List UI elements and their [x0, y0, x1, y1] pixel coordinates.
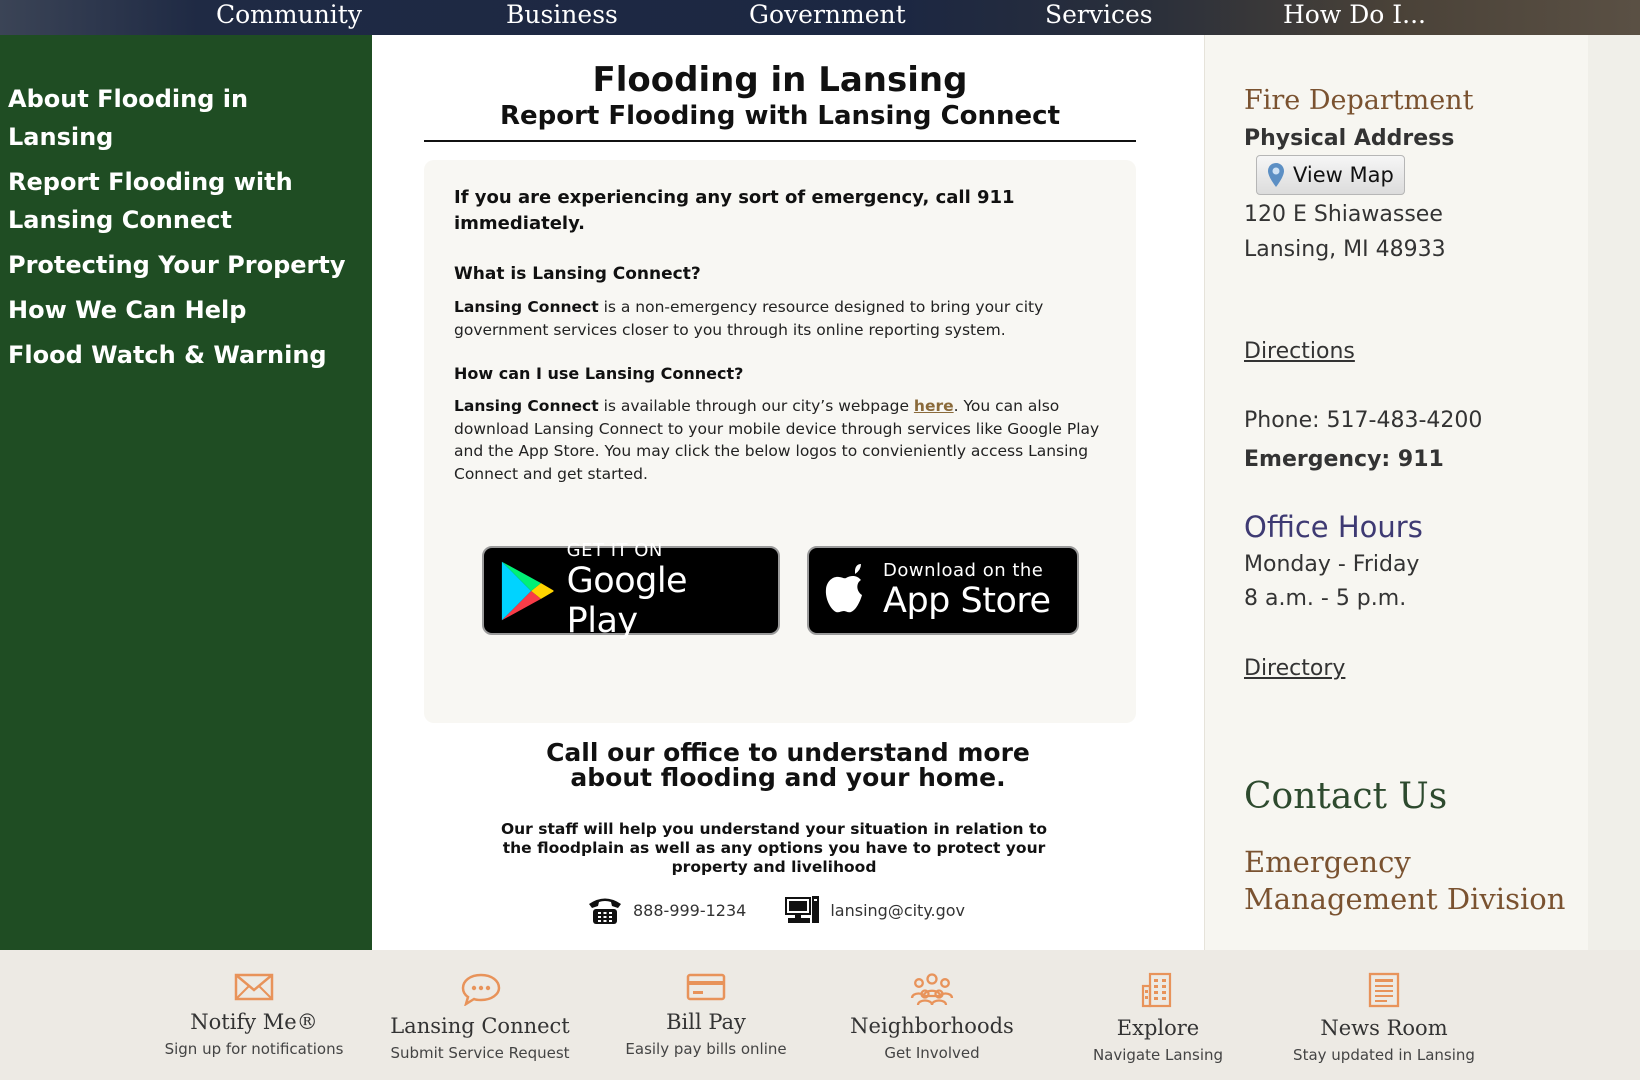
- directions-link[interactable]: Directions: [1244, 339, 1355, 364]
- question-what-is: What is Lansing Connect?: [454, 264, 701, 284]
- people-group-icon: [910, 973, 954, 1006]
- sidebar-item-about-flooding[interactable]: About Flooding in Lansing: [0, 80, 355, 156]
- contact-us-title: Contact Us: [1244, 776, 1448, 817]
- sidebar-item-how-we-can-help[interactable]: How We Can Help: [0, 291, 355, 329]
- contact-email[interactable]: lansing@city.gov: [830, 901, 965, 920]
- app-store-big-text: App Store: [883, 580, 1051, 621]
- physical-address-label: Physical Address: [1244, 126, 1455, 151]
- footer-tile-notify-me[interactable]: Notify Me® Sign up for notifications: [141, 972, 367, 1058]
- google-play-icon: [501, 561, 554, 620]
- sidebar-item-report-flooding[interactable]: Report Flooding with Lansing Connect: [0, 163, 355, 239]
- top-navigation: Community Business Government Services H…: [0, 0, 1640, 35]
- answer-how-use-text-1: is available through our city’s webpage: [598, 397, 914, 415]
- sidebar-item-protecting-property[interactable]: Protecting Your Property: [0, 246, 355, 284]
- lansing-connect-info-box: If you are experiencing any sort of emer…: [424, 160, 1136, 723]
- sidebar-item-flood-watch[interactable]: Flood Watch & Warning: [0, 336, 355, 374]
- footer-tile-title: Lansing Connect: [390, 1014, 570, 1038]
- answer-what-is: Lansing Connect is a non-emergency resou…: [454, 296, 1114, 341]
- footer-tile-subtitle: Get Involved: [884, 1044, 980, 1062]
- nav-government[interactable]: Government: [749, 0, 906, 35]
- emergency-notice: If you are experiencing any sort of emer…: [454, 187, 1015, 234]
- call-heading-line-2: about flooding and your home.: [570, 763, 1006, 792]
- office-hours-time: 8 a.m. - 5 p.m.: [1244, 586, 1407, 611]
- footer-tile-title: Neighborhoods: [850, 1014, 1014, 1038]
- footer-tile-title: Bill Pay: [666, 1010, 746, 1034]
- call-heading-line-1: Call our office to understand more: [546, 738, 1030, 767]
- right-gutter: [1588, 35, 1640, 950]
- app-store-small-text: Download on the: [883, 559, 1044, 581]
- page-subtitle: Report Flooding with Lansing Connect: [499, 101, 1061, 131]
- footer-tile-subtitle: Sign up for notifications: [164, 1040, 344, 1058]
- google-play-button[interactable]: GET IT ON Google Play: [482, 540, 780, 641]
- chat-bubble-icon: [461, 973, 501, 1006]
- footer-quick-links: Notify Me® Sign up for notifications Lan…: [0, 950, 1640, 1080]
- office-hours-days: Monday - Friday: [1244, 552, 1420, 577]
- fire-dept-phone: Phone: 517-483-4200: [1244, 408, 1483, 433]
- building-icon: [1141, 972, 1172, 1008]
- google-play-small-text: GET IT ON: [566, 539, 663, 561]
- envelope-icon: [234, 973, 274, 1001]
- view-map-label: View Map: [1293, 163, 1394, 187]
- map-pin-icon: [1268, 163, 1284, 187]
- footer-tile-subtitle: Stay updated in Lansing: [1293, 1046, 1475, 1064]
- here-link[interactable]: here: [914, 397, 954, 415]
- call-office-heading: Call our office to understand more about…: [372, 740, 1204, 790]
- telephone-icon: [589, 898, 621, 924]
- fire-dept-emergency: Emergency: 911: [1244, 447, 1444, 472]
- nav-services[interactable]: Services: [1045, 0, 1153, 35]
- answer-how-use-bold: Lansing Connect: [454, 397, 599, 415]
- sidebar: About Flooding in Lansing Report Floodin…: [0, 35, 372, 950]
- call-office-subtext: Our staff will help you understand your …: [500, 820, 1048, 876]
- credit-card-icon: [686, 973, 726, 1001]
- footer-tile-lansing-connect[interactable]: Lansing Connect Submit Service Request: [367, 972, 593, 1062]
- contact-phone[interactable]: 888-999-1234: [633, 901, 746, 920]
- nav-how-do-i[interactable]: How Do I...: [1283, 0, 1426, 35]
- computer-icon: [785, 896, 820, 923]
- fire-department-title: Fire Department: [1244, 85, 1474, 116]
- address-line-1: 120 E Shiawassee: [1244, 202, 1443, 227]
- footer-tile-title: Explore: [1116, 1016, 1200, 1040]
- office-hours-title: Office Hours: [1244, 510, 1423, 544]
- footer-tile-explore[interactable]: Explore Navigate Lansing: [1045, 972, 1271, 1064]
- app-store-button[interactable]: Download on the App Store: [807, 546, 1079, 635]
- footer-tile-subtitle: Submit Service Request: [390, 1044, 570, 1062]
- page-title-block: Flooding in Lansing Report Flooding with…: [424, 60, 1136, 142]
- footer-tile-subtitle: Easily pay bills online: [625, 1040, 787, 1058]
- nav-business[interactable]: Business: [506, 0, 618, 35]
- main-content: Flooding in Lansing Report Flooding with…: [372, 35, 1204, 950]
- page-title: Flooding in Lansing: [592, 60, 968, 100]
- answer-what-is-bold: Lansing Connect: [454, 298, 599, 316]
- answer-how-use: Lansing Connect is available through our…: [454, 395, 1114, 485]
- emergency-management-title: Emergency Management Division: [1244, 845, 1566, 916]
- footer-tile-subtitle: Navigate Lansing: [1092, 1046, 1224, 1064]
- apple-icon: [825, 563, 862, 612]
- contact-row: 888-999-1234 lansing@city.gov: [587, 895, 965, 925]
- right-column: Fire Department Physical Address View Ma…: [1204, 35, 1588, 950]
- address-line-2: Lansing, MI 48933: [1244, 237, 1446, 262]
- view-map-button[interactable]: View Map: [1256, 155, 1405, 195]
- newspaper-icon: [1368, 972, 1400, 1008]
- footer-tile-news-room[interactable]: News Room Stay updated in Lansing: [1271, 972, 1497, 1064]
- store-badges: GET IT ON Google Play Download on the Ap…: [482, 540, 1079, 641]
- directory-link[interactable]: Directory: [1244, 656, 1345, 681]
- question-how-use: How can I use Lansing Connect?: [454, 364, 744, 383]
- footer-tile-title: Notify Me®: [190, 1010, 318, 1034]
- google-play-big-text: Google Play: [566, 560, 688, 641]
- footer-tile-neighborhoods[interactable]: Neighborhoods Get Involved: [819, 972, 1045, 1062]
- footer-tile-bill-pay[interactable]: Bill Pay Easily pay bills online: [593, 972, 819, 1058]
- footer-tile-title: News Room: [1320, 1016, 1448, 1040]
- nav-community[interactable]: Community: [216, 0, 362, 35]
